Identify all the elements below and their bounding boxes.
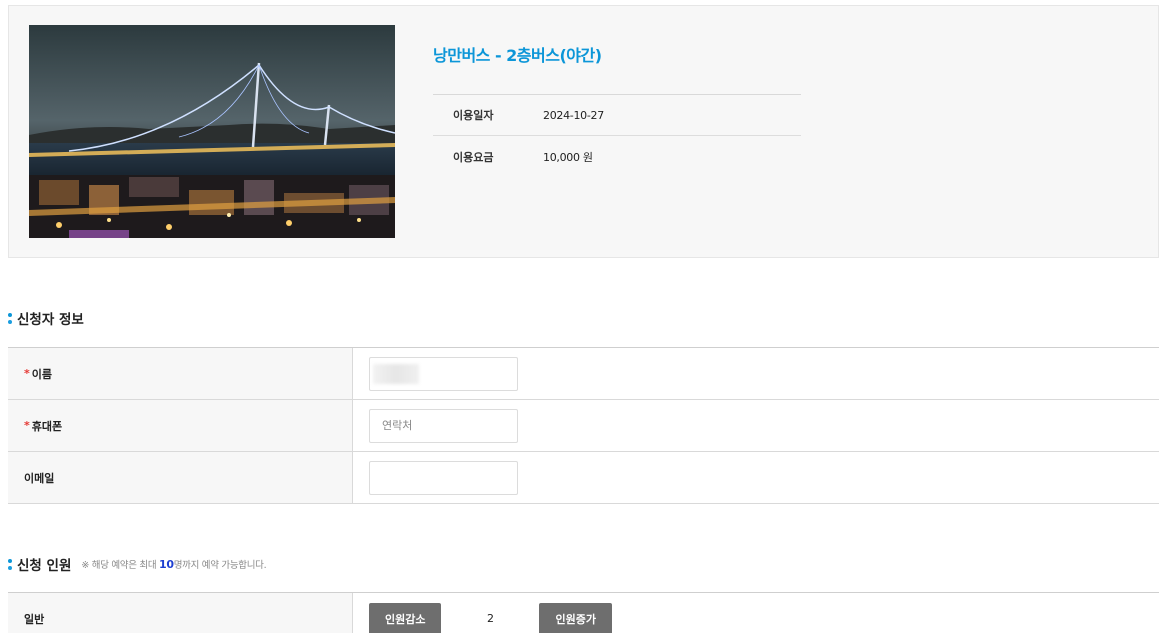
form-row-phone: * 휴대폰: [8, 400, 1159, 452]
section-title-headcount: 신청 인원 ※ 해당 예약은 최대 10명까지 예약 가능합니다.: [8, 554, 267, 574]
form-row-general: 일반 인원감소 인원증가: [8, 593, 1159, 633]
info-row-price: 이용요금 10,000 원: [433, 136, 801, 177]
form-label: 일반: [8, 593, 353, 633]
form-label-text: 휴대폰: [31, 419, 63, 433]
form-field: 인원감소 인원증가: [353, 593, 1159, 633]
form-label: * 이름: [8, 348, 353, 399]
info-label: 이용일자: [453, 109, 494, 122]
section-title-text: 신청 인원: [17, 558, 72, 574]
applicant-form: * 이름 * 휴대폰 이메일: [8, 347, 1159, 504]
info-value: 10,000 원: [543, 150, 593, 164]
product-image: [29, 25, 395, 238]
form-label-text: 이메일: [24, 471, 55, 485]
required-mark: *: [24, 419, 30, 432]
product-card: 낭만버스 - 2층버스(야간) 이용일자 2024-10-27 이용요금 10,…: [8, 5, 1159, 258]
info-value: 2024-10-27: [543, 108, 604, 122]
email-input[interactable]: [369, 460, 518, 495]
form-field: [353, 348, 1159, 399]
max-reservation-note: ※ 해당 예약은 최대 10명까지 예약 가능합니다.: [81, 557, 266, 571]
night-bridge-image: [29, 25, 395, 238]
bullet-icon: [8, 312, 12, 324]
info-row-date: 이용일자 2024-10-27: [433, 95, 801, 136]
name-input[interactable]: [369, 356, 518, 391]
phone-input[interactable]: [369, 408, 518, 443]
info-label: 이용요금: [453, 150, 494, 164]
form-label-text: 일반: [24, 612, 45, 626]
required-mark: *: [24, 367, 30, 380]
form-row-name: * 이름: [8, 348, 1159, 400]
note-prefix: ※ 해당 예약은 최대: [81, 560, 160, 571]
note-max-count: 10: [159, 558, 174, 571]
redacted-name-value: [373, 363, 419, 384]
section-title-applicant: 신청자 정보: [8, 308, 84, 328]
form-row-email: 이메일: [8, 452, 1159, 504]
form-field: [353, 452, 1159, 503]
product-info-table: 이용일자 2024-10-27 이용요금 10,000 원: [433, 94, 801, 177]
headcount-stepper: 인원감소 인원증가: [369, 602, 612, 633]
form-label-text: 이름: [31, 367, 53, 381]
decrease-button[interactable]: 인원감소: [369, 602, 442, 633]
section-title-text: 신청자 정보: [17, 312, 84, 328]
product-title: 낭만버스 - 2층버스(야간): [433, 46, 602, 65]
form-label: 이메일: [8, 452, 353, 503]
note-suffix: 명까지 예약 가능합니다.: [173, 560, 267, 571]
headcount-form: 일반 인원감소 인원증가: [8, 592, 1159, 633]
form-field: [353, 400, 1159, 451]
increase-button[interactable]: 인원증가: [539, 602, 612, 633]
form-label: * 휴대폰: [8, 400, 353, 451]
bullet-icon: [8, 558, 12, 570]
headcount-value-input[interactable]: [441, 602, 540, 633]
